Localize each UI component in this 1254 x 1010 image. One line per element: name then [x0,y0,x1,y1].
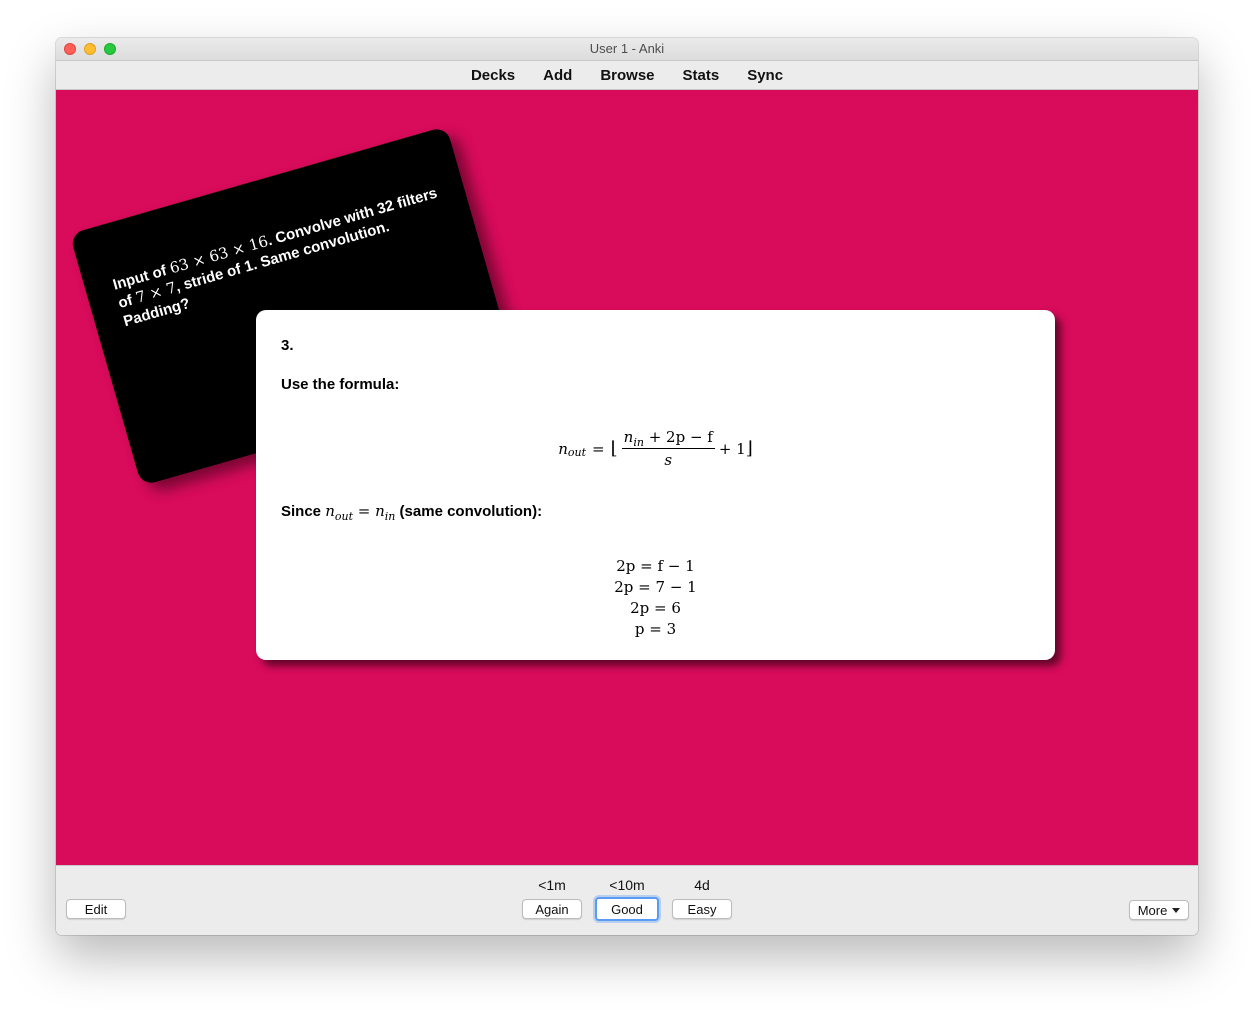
output-size-formula: n out = ⌊ nin + 2p − f s + 1 ⌋ [558,428,753,469]
equation-line: 2p = f − 1 [616,557,695,575]
equation-line: 2p = 7 − 1 [614,578,697,596]
nav-sync[interactable]: Sync [747,67,783,84]
nav-stats[interactable]: Stats [683,67,720,84]
good-interval: <10m [609,877,645,893]
nav-browse[interactable]: Browse [600,67,654,84]
window-title: User 1 - Anki [589,41,665,56]
card-reviewer-area: Input of 63 × 63 × 16. Convolve with 32 … [56,90,1198,865]
easy-interval: 4d [694,877,710,893]
easy-button[interactable]: Easy [672,899,732,919]
anki-window: User 1 - Anki Decks Add Browse Stats Syn… [56,38,1198,935]
bottom-bar: Edit <1m <10m 4d Again Good Easy More [56,865,1198,935]
padding-derivation: 2p = f − 1 2p = 7 − 1 2p = 6 p = 3 [256,556,1055,640]
equation-line: p = 3 [634,620,677,638]
equation-line: 2p = 6 [630,599,681,617]
nav-add[interactable]: Add [543,67,572,84]
good-button[interactable]: Good [595,897,659,921]
again-button[interactable]: Again [522,899,582,919]
again-interval: <1m [538,877,566,893]
same-convolution-note: Since nout = nin (same convolution): [281,502,543,523]
chevron-down-icon [1172,907,1181,913]
question-text: Input of 63 × 63 × 16. Convolve with 32 … [111,184,440,331]
main-toolbar: Decks Add Browse Stats Sync [56,61,1198,90]
formula-fraction: nin + 2p − f s [621,428,715,469]
answer-card: 3. Use the formula: n out = ⌊ nin + 2p − … [256,310,1055,660]
answer-number: 3. [281,337,294,354]
edit-button[interactable]: Edit [66,899,126,919]
nav-decks[interactable]: Decks [471,67,515,84]
formula-label: Use the formula: [281,376,400,393]
more-button[interactable]: More [1129,900,1189,920]
title-bar[interactable]: User 1 - Anki [56,38,1198,61]
